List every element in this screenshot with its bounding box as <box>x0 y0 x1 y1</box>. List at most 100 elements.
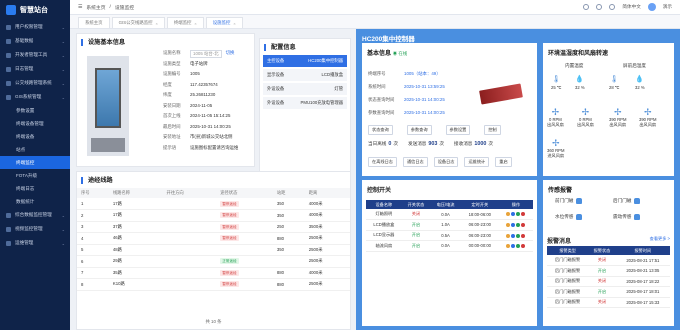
switch-op-button[interactable] <box>521 233 526 238</box>
sidebar-item-9[interactable]: 站点 <box>0 143 70 156</box>
facility-field: 首次上线 2024-11-05 15:14:25 <box>163 113 230 119</box>
table-row[interactable]: 6 29路 正常途经 2500米 <box>77 255 350 268</box>
switch-op-button[interactable] <box>506 223 511 228</box>
temp-value: 32 % <box>635 85 645 90</box>
close-icon[interactable]: × <box>156 21 158 26</box>
switch-op-button[interactable] <box>506 244 511 249</box>
config-row[interactable]: 显示设备 LCD播放盒 <box>263 69 347 81</box>
switch-op-button[interactable] <box>511 223 516 228</box>
field-value[interactable]: 1005 站台-北 <box>190 50 222 58</box>
sidebar-item-11[interactable]: FOTA升级 <box>0 169 70 182</box>
fan-label: 出风风扇 <box>577 122 594 127</box>
table-row[interactable]: 8 K10路 暂停途经 880 2500米 <box>77 278 350 291</box>
tab-3[interactable]: 设施监控 × <box>205 17 243 28</box>
env-card: 环境温湿度和风扇转速 内置温度 屏前后温度 🌡 25 ℃ 💧 32 % 🌡 28 ℃ 💧 32… <box>543 43 674 176</box>
table-cell <box>216 244 273 256</box>
field-label: 参数查询时间 <box>368 109 395 115</box>
switch-op-button[interactable] <box>506 233 511 238</box>
tab-1[interactable]: GIS公交线路监控 × <box>111 17 165 28</box>
view-more-link[interactable]: 查看更多 > <box>650 236 670 245</box>
table-row[interactable]: 1 17路 暂停途经 350 4000米 <box>77 198 350 210</box>
close-icon[interactable]: × <box>233 21 235 26</box>
sidebar-item-label: 终端日志 <box>16 185 35 191</box>
switch-op-button[interactable] <box>516 212 521 217</box>
table-row[interactable]: 4 46路 暂停途经 880 2500米 <box>77 232 350 245</box>
sidebar-item-2[interactable]: 开发者管理工具 ⌄ <box>0 48 70 62</box>
table-cell: 350 <box>272 198 305 210</box>
temp-in-label: 内置温度 <box>565 63 584 68</box>
table-cell: 00:00-00:00 <box>460 240 499 252</box>
switch-op-button[interactable] <box>511 244 516 249</box>
chevron-down-icon: ⌄ <box>61 212 65 218</box>
table-row: 后门门磁报警 关闭 2025-08-17 15:33 <box>547 297 670 308</box>
table-row[interactable]: 5 48路 350 2500米 <box>77 244 350 256</box>
sidebar-item-label: 运维管理 <box>15 240 34 245</box>
menu-icon <box>6 212 11 218</box>
switch-facility-link[interactable]: 切换 <box>226 50 235 58</box>
sidebar-item-4[interactable]: 公交线路管理系统 ⌄ <box>0 76 70 90</box>
close-icon[interactable]: × <box>194 21 196 26</box>
field-value: 2024-11-05 15:14:25 <box>190 113 231 118</box>
sidebar-item-6[interactable]: 参数设置 <box>0 104 70 117</box>
facility-title: 设施基本信息 <box>81 39 254 46</box>
switch-operations <box>498 230 533 241</box>
sidebar-item-label: 开发者管理工具 <box>15 52 48 57</box>
chevron-down-icon: ⌄ <box>61 94 65 100</box>
table-cell: 1 <box>77 198 109 210</box>
bell-icon[interactable] <box>596 4 603 10</box>
switch-op-button[interactable] <box>521 244 526 249</box>
sidebar-item-1[interactable]: 基础数据 ⌄ <box>0 34 70 48</box>
avatar[interactable] <box>647 3 656 11</box>
sidebar-item-0[interactable]: 用户权限管理 ⌄ <box>0 20 70 34</box>
switch-op-button[interactable] <box>511 233 516 238</box>
app-title: 智慧站台 <box>20 7 48 14</box>
controller-action-button[interactable]: 参数查询 <box>406 125 432 135</box>
config-row[interactable]: 主控设备 HC200集中控制器 <box>263 55 347 67</box>
log-button[interactable]: 通信日志 <box>402 157 428 167</box>
table-row[interactable]: 3 37路 暂停途经 250 3500米 <box>77 221 350 233</box>
log-button[interactable]: 在离线日志 <box>368 157 397 167</box>
sidebar-item-7[interactable]: 终端设备管理 <box>0 117 70 130</box>
sidebar-item-16[interactable]: 运维管理 ⌄ <box>0 236 70 250</box>
sidebar-item-12[interactable]: 终端日志 <box>0 182 70 195</box>
language-select[interactable]: 简体中文 <box>622 4 640 10</box>
sensor-label: 前门门磁 <box>555 198 574 203</box>
sidebar-item-8[interactable]: 终端设备 <box>0 130 70 143</box>
log-button[interactable]: 重启 <box>495 157 512 167</box>
switch-op-button[interactable] <box>521 212 526 217</box>
controller-action-button[interactable]: 控制 <box>484 125 501 135</box>
switch-op-button[interactable] <box>511 212 516 217</box>
user-name[interactable]: 演示 <box>663 4 672 10</box>
sidebar-item-14[interactable]: 综合数据监控管理 ⌄ <box>0 208 70 222</box>
field-label: 安装地址 <box>163 134 181 139</box>
fullscreen-icon[interactable] <box>609 4 616 10</box>
switch-op-button[interactable] <box>516 244 521 249</box>
breadcrumb-sep: / <box>109 4 111 10</box>
switch-op-button[interactable] <box>516 233 521 238</box>
menu-toggle-icon[interactable]: ☰ <box>78 5 82 10</box>
table-row[interactable]: 2 17路 暂停途经 350 4000米 <box>77 209 350 222</box>
controller-action-button[interactable]: 状态查询 <box>368 125 393 135</box>
log-button[interactable]: 设备日志 <box>433 157 459 167</box>
sidebar-item-15[interactable]: 视频监控管理 ⌄ <box>0 222 70 236</box>
controller-action-button[interactable]: 参数设置 <box>445 125 471 135</box>
table-cell <box>272 255 305 268</box>
switch-op-button[interactable] <box>506 212 511 217</box>
breadcrumb-home[interactable]: 系统主页 <box>86 4 105 11</box>
field-label: 经度 <box>163 81 172 87</box>
sidebar-item-13[interactable]: 数据统计 <box>0 195 70 208</box>
tab-0[interactable]: 系统主页 <box>78 17 110 28</box>
tab-2[interactable]: 终端监控 × <box>166 17 204 28</box>
switch-op-button[interactable] <box>516 223 521 228</box>
sidebar-item-3[interactable]: 日志管理 ⌄ <box>0 62 70 76</box>
routes-header: 途径状态 <box>216 188 273 198</box>
table-row[interactable]: 7 35路 暂停途经 880 4000米 <box>77 267 350 279</box>
log-button[interactable]: 运维统计 <box>464 157 490 167</box>
config-row[interactable]: 外设设备 PMU100充放电管理器 <box>263 97 347 109</box>
sidebar-item-10[interactable]: 终端监控 <box>0 156 70 169</box>
switch-op-button[interactable] <box>521 223 526 228</box>
config-row[interactable]: 外设设备 灯管 <box>263 83 347 95</box>
search-icon[interactable] <box>583 4 590 10</box>
table-cell: 2025-08-21 13:05 <box>615 265 670 277</box>
sidebar-item-5[interactable]: GIS系统管理 ⌄ <box>0 90 70 104</box>
